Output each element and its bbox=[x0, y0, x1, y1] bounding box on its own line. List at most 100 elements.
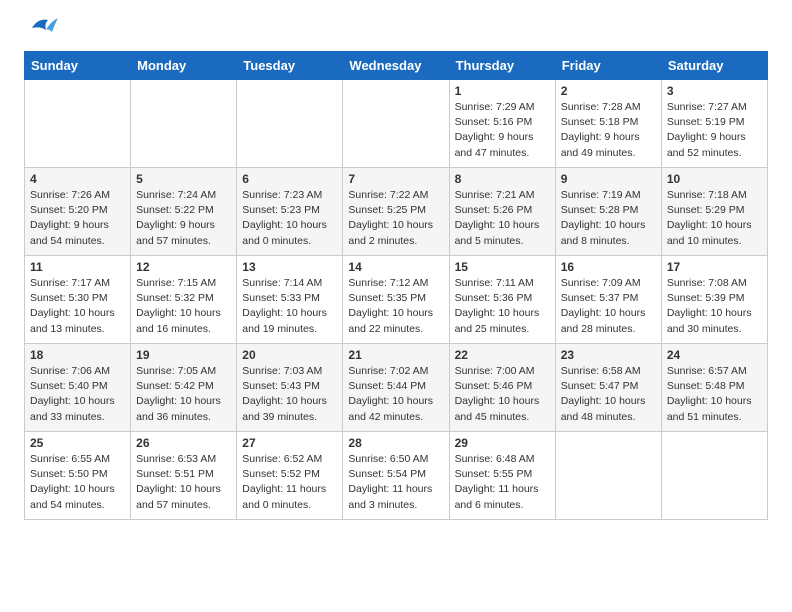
calendar-cell: 11 Sunrise: 7:17 AM Sunset: 5:30 PM Dayli… bbox=[25, 256, 131, 344]
cell-content: Sunrise: 7:27 AM Sunset: 5:19 PM Dayligh… bbox=[667, 100, 762, 161]
day-number: 14 bbox=[348, 260, 443, 274]
cell-content: Sunrise: 7:22 AM Sunset: 5:25 PM Dayligh… bbox=[348, 188, 443, 249]
day-number: 2 bbox=[561, 84, 656, 98]
calendar-week-3: 11 Sunrise: 7:17 AM Sunset: 5:30 PM Dayli… bbox=[25, 256, 768, 344]
calendar-cell: 13 Sunrise: 7:14 AM Sunset: 5:33 PM Dayli… bbox=[237, 256, 343, 344]
day-number: 26 bbox=[136, 436, 231, 450]
weekday-header-tuesday: Tuesday bbox=[237, 52, 343, 80]
day-number: 25 bbox=[30, 436, 125, 450]
weekday-header-thursday: Thursday bbox=[449, 52, 555, 80]
calendar-week-2: 4 Sunrise: 7:26 AM Sunset: 5:20 PM Daylig… bbox=[25, 168, 768, 256]
calendar-cell: 27 Sunrise: 6:52 AM Sunset: 5:52 PM Dayli… bbox=[237, 432, 343, 520]
cell-content: Sunrise: 6:50 AM Sunset: 5:54 PM Dayligh… bbox=[348, 452, 443, 513]
cell-content: Sunrise: 7:06 AM Sunset: 5:40 PM Dayligh… bbox=[30, 364, 125, 425]
calendar-cell: 12 Sunrise: 7:15 AM Sunset: 5:32 PM Dayli… bbox=[131, 256, 237, 344]
calendar-cell bbox=[25, 80, 131, 168]
calendar-cell: 5 Sunrise: 7:24 AM Sunset: 5:22 PM Daylig… bbox=[131, 168, 237, 256]
day-number: 19 bbox=[136, 348, 231, 362]
calendar-cell: 15 Sunrise: 7:11 AM Sunset: 5:36 PM Dayli… bbox=[449, 256, 555, 344]
cell-content: Sunrise: 7:23 AM Sunset: 5:23 PM Dayligh… bbox=[242, 188, 337, 249]
cell-content: Sunrise: 7:15 AM Sunset: 5:32 PM Dayligh… bbox=[136, 276, 231, 337]
calendar-cell: 4 Sunrise: 7:26 AM Sunset: 5:20 PM Daylig… bbox=[25, 168, 131, 256]
calendar-body: 1Sunrise: 7:29 AM Sunset: 5:16 PM Daylig… bbox=[25, 80, 768, 520]
day-number: 4 bbox=[30, 172, 125, 186]
calendar-cell: 16 Sunrise: 7:09 AM Sunset: 5:37 PM Dayli… bbox=[555, 256, 661, 344]
day-number: 1 bbox=[455, 84, 550, 98]
cell-content: Sunrise: 7:02 AM Sunset: 5:44 PM Dayligh… bbox=[348, 364, 443, 425]
weekday-header-saturday: Saturday bbox=[661, 52, 767, 80]
day-number: 17 bbox=[667, 260, 762, 274]
weekday-header-friday: Friday bbox=[555, 52, 661, 80]
cell-content: Sunrise: 7:12 AM Sunset: 5:35 PM Dayligh… bbox=[348, 276, 443, 337]
cell-content: Sunrise: 7:26 AM Sunset: 5:20 PM Dayligh… bbox=[30, 188, 125, 249]
calendar-week-1: 1Sunrise: 7:29 AM Sunset: 5:16 PM Daylig… bbox=[25, 80, 768, 168]
cell-content: Sunrise: 7:00 AM Sunset: 5:46 PM Dayligh… bbox=[455, 364, 550, 425]
cell-content: Sunrise: 7:24 AM Sunset: 5:22 PM Dayligh… bbox=[136, 188, 231, 249]
cell-content: Sunrise: 6:58 AM Sunset: 5:47 PM Dayligh… bbox=[561, 364, 656, 425]
day-number: 6 bbox=[242, 172, 337, 186]
day-number: 29 bbox=[455, 436, 550, 450]
day-number: 11 bbox=[30, 260, 125, 274]
calendar-cell: 29Sunrise: 6:48 AM Sunset: 5:55 PM Dayli… bbox=[449, 432, 555, 520]
cell-content: Sunrise: 7:21 AM Sunset: 5:26 PM Dayligh… bbox=[455, 188, 550, 249]
day-number: 10 bbox=[667, 172, 762, 186]
day-number: 18 bbox=[30, 348, 125, 362]
calendar-cell: 20 Sunrise: 7:03 AM Sunset: 5:43 PM Dayli… bbox=[237, 344, 343, 432]
day-number: 3 bbox=[667, 84, 762, 98]
calendar-cell: 24Sunrise: 6:57 AM Sunset: 5:48 PM Dayli… bbox=[661, 344, 767, 432]
cell-content: Sunrise: 7:11 AM Sunset: 5:36 PM Dayligh… bbox=[455, 276, 550, 337]
calendar-cell: 22 Sunrise: 7:00 AM Sunset: 5:46 PM Dayli… bbox=[449, 344, 555, 432]
calendar-cell: 19Sunrise: 7:05 AM Sunset: 5:42 PM Dayli… bbox=[131, 344, 237, 432]
day-number: 20 bbox=[242, 348, 337, 362]
calendar-cell: 10 Sunrise: 7:18 AM Sunset: 5:29 PM Dayli… bbox=[661, 168, 767, 256]
day-number: 8 bbox=[455, 172, 550, 186]
day-number: 12 bbox=[136, 260, 231, 274]
day-number: 9 bbox=[561, 172, 656, 186]
weekday-header-wednesday: Wednesday bbox=[343, 52, 449, 80]
calendar-cell: 6 Sunrise: 7:23 AM Sunset: 5:23 PM Daylig… bbox=[237, 168, 343, 256]
header bbox=[24, 20, 768, 41]
calendar-cell: 26Sunrise: 6:53 AM Sunset: 5:51 PM Dayli… bbox=[131, 432, 237, 520]
day-number: 24 bbox=[667, 348, 762, 362]
day-number: 7 bbox=[348, 172, 443, 186]
calendar-cell: 9 Sunrise: 7:19 AM Sunset: 5:28 PM Daylig… bbox=[555, 168, 661, 256]
cell-content: Sunrise: 7:19 AM Sunset: 5:28 PM Dayligh… bbox=[561, 188, 656, 249]
calendar-cell: 1Sunrise: 7:29 AM Sunset: 5:16 PM Daylig… bbox=[449, 80, 555, 168]
calendar-cell: 23Sunrise: 6:58 AM Sunset: 5:47 PM Dayli… bbox=[555, 344, 661, 432]
calendar-cell: 25Sunrise: 6:55 AM Sunset: 5:50 PM Dayli… bbox=[25, 432, 131, 520]
calendar-cell: 7 Sunrise: 7:22 AM Sunset: 5:25 PM Daylig… bbox=[343, 168, 449, 256]
calendar-header-row: SundayMondayTuesdayWednesdayThursdayFrid… bbox=[25, 52, 768, 80]
day-number: 16 bbox=[561, 260, 656, 274]
calendar-cell: 17 Sunrise: 7:08 AM Sunset: 5:39 PM Dayli… bbox=[661, 256, 767, 344]
cell-content: Sunrise: 7:08 AM Sunset: 5:39 PM Dayligh… bbox=[667, 276, 762, 337]
cell-content: Sunrise: 7:14 AM Sunset: 5:33 PM Dayligh… bbox=[242, 276, 337, 337]
calendar-cell: 21 Sunrise: 7:02 AM Sunset: 5:44 PM Dayli… bbox=[343, 344, 449, 432]
cell-content: Sunrise: 7:03 AM Sunset: 5:43 PM Dayligh… bbox=[242, 364, 337, 425]
cell-content: Sunrise: 7:18 AM Sunset: 5:29 PM Dayligh… bbox=[667, 188, 762, 249]
cell-content: Sunrise: 7:09 AM Sunset: 5:37 PM Dayligh… bbox=[561, 276, 656, 337]
weekday-header-sunday: Sunday bbox=[25, 52, 131, 80]
day-number: 27 bbox=[242, 436, 337, 450]
calendar-cell: 3 Sunrise: 7:27 AM Sunset: 5:19 PM Daylig… bbox=[661, 80, 767, 168]
calendar-cell bbox=[555, 432, 661, 520]
day-number: 15 bbox=[455, 260, 550, 274]
day-number: 5 bbox=[136, 172, 231, 186]
day-number: 21 bbox=[348, 348, 443, 362]
calendar-week-5: 25Sunrise: 6:55 AM Sunset: 5:50 PM Dayli… bbox=[25, 432, 768, 520]
day-number: 22 bbox=[455, 348, 550, 362]
calendar-cell bbox=[237, 80, 343, 168]
cell-content: Sunrise: 7:28 AM Sunset: 5:18 PM Dayligh… bbox=[561, 100, 656, 161]
calendar-cell: 8 Sunrise: 7:21 AM Sunset: 5:26 PM Daylig… bbox=[449, 168, 555, 256]
cell-content: Sunrise: 6:52 AM Sunset: 5:52 PM Dayligh… bbox=[242, 452, 337, 513]
day-number: 13 bbox=[242, 260, 337, 274]
logo-bird-icon bbox=[28, 10, 60, 41]
calendar-cell: 14 Sunrise: 7:12 AM Sunset: 5:35 PM Dayli… bbox=[343, 256, 449, 344]
weekday-header-monday: Monday bbox=[131, 52, 237, 80]
day-number: 28 bbox=[348, 436, 443, 450]
calendar-cell bbox=[343, 80, 449, 168]
calendar-cell bbox=[661, 432, 767, 520]
calendar-cell bbox=[131, 80, 237, 168]
calendar-cell: 28 Sunrise: 6:50 AM Sunset: 5:54 PM Dayli… bbox=[343, 432, 449, 520]
calendar-cell: 18 Sunrise: 7:06 AM Sunset: 5:40 PM Dayli… bbox=[25, 344, 131, 432]
cell-content: Sunrise: 7:17 AM Sunset: 5:30 PM Dayligh… bbox=[30, 276, 125, 337]
